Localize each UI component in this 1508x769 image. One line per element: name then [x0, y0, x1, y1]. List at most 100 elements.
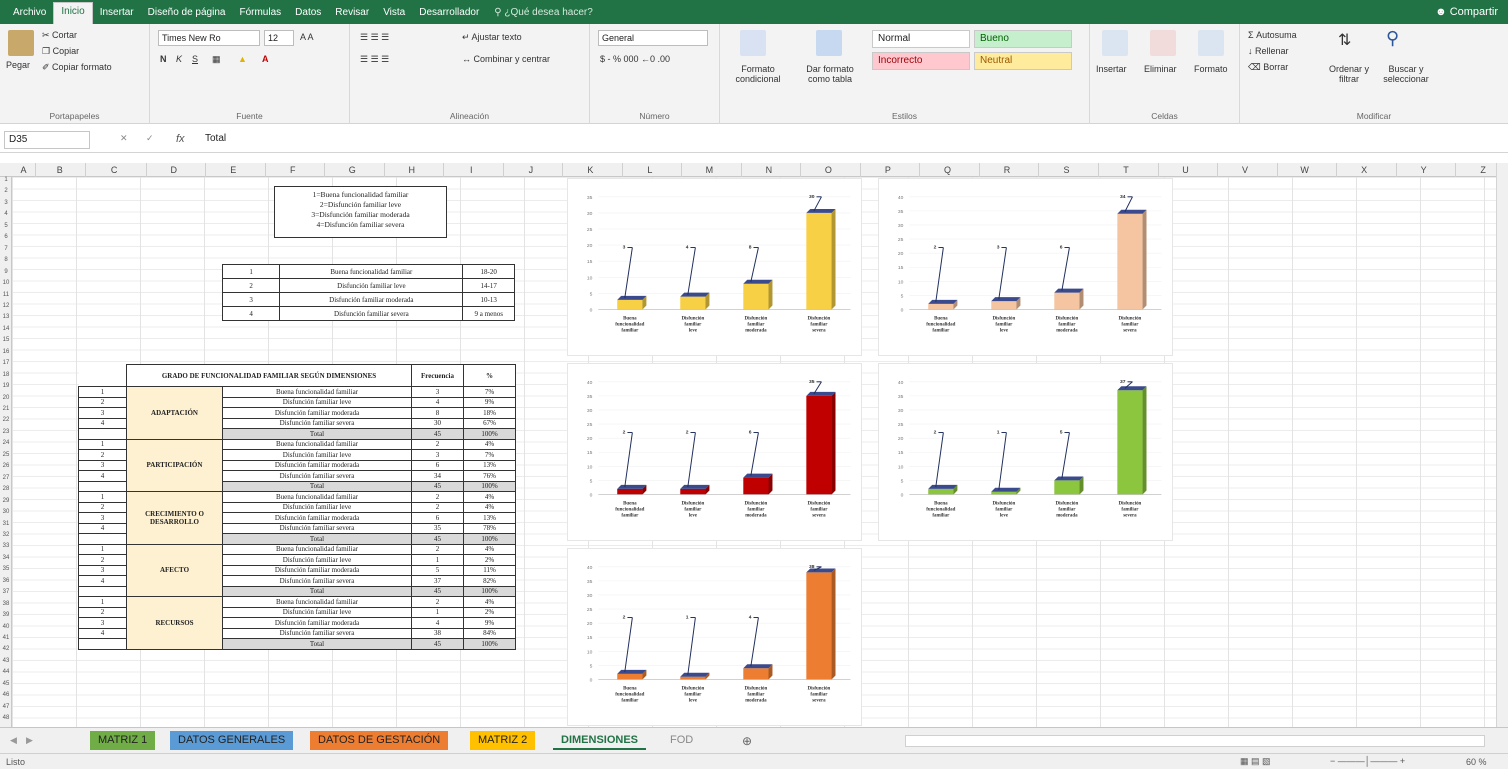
align-top-icon[interactable]: ☰ ☰ ☰ [360, 32, 389, 43]
row-header[interactable]: 2 [0, 188, 12, 194]
total-cell[interactable]: 45 [411, 480, 464, 492]
table-cell[interactable]: Buena funcionalidad familiar [222, 438, 412, 450]
delete-cells-label[interactable]: Eliminar [1144, 64, 1177, 74]
table-cell[interactable]: 2% [463, 606, 516, 618]
row-number-cell[interactable]: 2 [78, 449, 127, 461]
chart-crecimiento[interactable]: 0 5 10 15 20 25 30 35 40 2 Buena funcionalidad famil… [567, 363, 862, 541]
table-cell[interactable]: 2 [411, 596, 464, 608]
sheet-tab-datos-generales[interactable]: DATOS GENERALES [170, 731, 294, 750]
row-number-cell[interactable]: 1 [78, 543, 127, 555]
table-cell[interactable]: 4% [463, 543, 516, 555]
table-format-label[interactable]: Dar formato como tabla [796, 64, 864, 84]
number-format-select[interactable]: General [598, 30, 708, 46]
table-cell[interactable]: 11% [463, 564, 516, 576]
row-number-cell[interactable]: 3 [78, 459, 127, 471]
column-header[interactable]: Y [1392, 163, 1457, 177]
total-cell[interactable]: 100% [463, 638, 516, 650]
cut-button[interactable]: ✂ Cortar [42, 30, 77, 41]
row-header[interactable]: 43 [0, 658, 12, 664]
dimension-label[interactable]: AFECTO [126, 543, 223, 597]
column-header[interactable]: M [678, 163, 742, 177]
row-header[interactable]: 10 [0, 280, 12, 286]
row-number-cell[interactable]: 3 [78, 512, 127, 524]
row-header[interactable]: 8 [0, 257, 12, 263]
table-cell[interactable]: Disfunción familiar leve [222, 554, 412, 566]
table-cell[interactable]: 14-17 [462, 278, 515, 293]
row-header[interactable]: 9 [0, 269, 12, 275]
chart-afecto[interactable]: 0 5 10 15 20 25 30 35 40 2 Buena funcionalidad famil… [878, 363, 1173, 541]
blank-cell[interactable] [78, 533, 127, 545]
row-header[interactable]: 42 [0, 646, 12, 652]
table-cell[interactable]: 3 [221, 292, 281, 307]
table-cell[interactable]: 7% [463, 449, 516, 461]
wrap-text-button[interactable]: ↵ Ajustar texto [462, 32, 522, 43]
table-cell[interactable]: 7% [463, 386, 516, 398]
row-number-cell[interactable]: 1 [78, 438, 127, 450]
dimension-label[interactable]: RECURSOS [126, 596, 223, 650]
sort-icon[interactable]: ⇅ [1338, 30, 1351, 50]
bold-button[interactable]: N [160, 54, 167, 64]
tab-vista[interactable]: Vista [376, 4, 412, 21]
column-header[interactable]: J [499, 163, 564, 177]
row-header[interactable]: 22 [0, 417, 12, 423]
sheet-tab-fod[interactable]: FOD [662, 731, 702, 750]
total-cell[interactable]: 100% [463, 533, 516, 545]
column-header[interactable]: N [737, 163, 802, 177]
tab-desarrollador[interactable]: Desarrollador [412, 4, 486, 21]
paste-label[interactable]: Pegar [6, 60, 30, 70]
share-button[interactable]: ☻ Compartir [1435, 6, 1508, 18]
column-header[interactable]: D [142, 163, 207, 177]
row-header[interactable]: 29 [0, 498, 12, 504]
row-header[interactable]: 30 [0, 509, 12, 515]
table-cell[interactable]: 2 [411, 543, 464, 555]
column-header[interactable]: E [202, 163, 266, 177]
clear-button[interactable]: ⌫ Borrar [1248, 62, 1288, 73]
merge-center-button[interactable]: ↔ Combinar y centrar [462, 54, 550, 64]
row-number-cell[interactable]: 4 [78, 627, 127, 639]
total-cell[interactable]: Total [222, 638, 412, 650]
row-number-cell[interactable]: 3 [78, 564, 127, 576]
table-cell[interactable]: 35 [411, 522, 464, 534]
conditional-format-icon[interactable] [740, 30, 766, 56]
row-header[interactable]: 16 [0, 349, 12, 355]
row-number-cell[interactable]: 3 [78, 407, 127, 419]
chart-adaptacion[interactable]: 0 5 10 15 20 25 30 35 3 Buena funcionalidad familia… [567, 178, 862, 356]
row-header[interactable]: 17 [0, 360, 12, 366]
table-cell[interactable]: 9% [463, 396, 516, 408]
format-cells-icon[interactable] [1198, 30, 1224, 56]
insert-function-icon[interactable]: fx [176, 133, 185, 145]
column-header[interactable]: K [559, 163, 623, 177]
table-cell[interactable]: Disfunción familiar leve [222, 606, 412, 618]
view-normal-icon[interactable]: ▦ ▤ ▧ [1240, 756, 1271, 767]
table-cell[interactable]: 84% [463, 627, 516, 639]
table-cell[interactable]: 76% [463, 470, 516, 482]
fill-color-icon[interactable]: ▲ [238, 54, 247, 64]
tab-archivo[interactable]: Archivo [6, 4, 53, 21]
table-cell[interactable]: Disfunción familiar moderada [222, 512, 412, 524]
table-cell[interactable]: 4% [463, 491, 516, 503]
conditional-format-label[interactable]: Formato condicional [728, 64, 788, 84]
row-number-cell[interactable]: 2 [78, 396, 127, 408]
tab-diseno[interactable]: Diseño de página [141, 4, 233, 21]
table-cell[interactable]: 67% [463, 417, 516, 429]
table-cell[interactable]: 5 [411, 564, 464, 576]
row-header[interactable]: 20 [0, 395, 12, 401]
row-header[interactable]: 36 [0, 578, 12, 584]
total-cell[interactable]: 100% [463, 585, 516, 597]
column-header[interactable]: T [1095, 163, 1159, 177]
table-cell[interactable]: Disfunción familiar moderada [279, 292, 464, 307]
table-cell[interactable]: 38 [411, 627, 464, 639]
table-cell[interactable]: 2 [411, 501, 464, 513]
add-sheet-icon[interactable]: ⊕ [742, 734, 752, 748]
table-cell[interactable]: 3 [411, 449, 464, 461]
table-cell[interactable]: Disfunción familiar leve [222, 396, 412, 408]
borders-icon[interactable]: ▦ [212, 54, 221, 65]
copy-button[interactable]: ❐ Copiar [42, 46, 79, 57]
column-header[interactable]: X [1333, 163, 1397, 177]
row-header[interactable]: 46 [0, 692, 12, 698]
row-header[interactable]: 19 [0, 383, 12, 389]
table-cell[interactable]: Disfunción familiar leve [279, 278, 464, 293]
prev-sheet-icon[interactable]: ◀ [10, 735, 17, 746]
style-normal[interactable]: Normal [872, 30, 970, 48]
row-header[interactable]: 4 [0, 211, 12, 217]
